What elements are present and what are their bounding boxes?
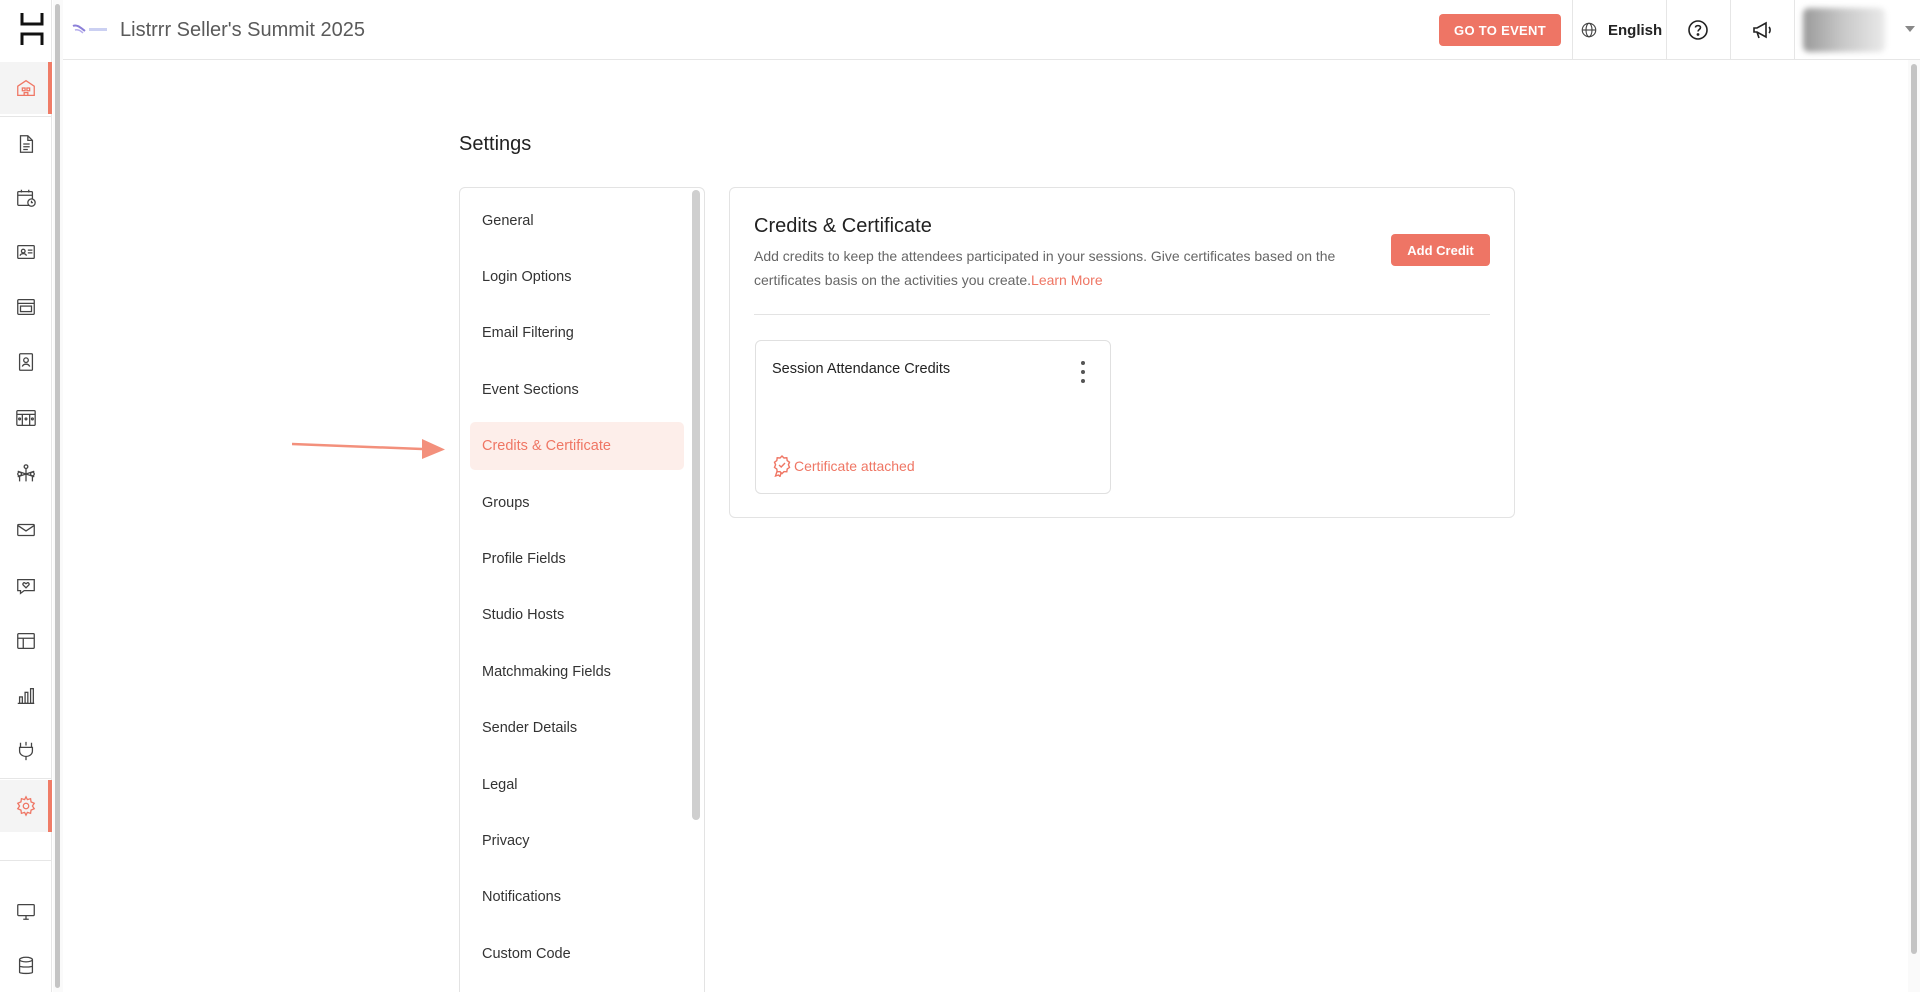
settings-nav-groups[interactable]: Groups — [470, 479, 684, 527]
rail-scrollbar[interactable] — [53, 0, 63, 992]
app-logo-icon[interactable] — [20, 12, 44, 46]
more-options-icon[interactable] — [1078, 361, 1088, 383]
pointer-arrow-icon — [292, 439, 445, 459]
divider — [754, 314, 1490, 315]
document-icon[interactable] — [0, 118, 52, 170]
settings-nav-sender-details[interactable]: Sender Details — [470, 704, 684, 752]
networking-icon[interactable] — [0, 448, 52, 500]
certificate-ribbon-icon — [773, 455, 791, 477]
settings-nav: General Login Options Email Filtering Ev… — [459, 187, 705, 992]
settings-nav-scrollbar[interactable] — [692, 190, 700, 820]
go-to-event-button[interactable]: GO TO EVENT — [1439, 14, 1561, 46]
credits-certificate-panel: Credits & Certificate Add credits to kee… — [729, 187, 1515, 518]
language-selector[interactable]: English — [1580, 0, 1662, 60]
main-scrollbar[interactable] — [1908, 60, 1920, 992]
section-description: Add credits to keep the attendees partic… — [754, 244, 1354, 292]
settings-nav-general[interactable]: General — [470, 197, 684, 245]
layout-icon[interactable] — [0, 281, 52, 333]
settings-nav-event-sections[interactable]: Event Sections — [470, 366, 684, 414]
settings-nav-studio-hosts[interactable]: Studio Hosts — [470, 591, 684, 639]
credit-card[interactable]: Session Attendance Credits Certificate a… — [755, 340, 1111, 494]
display-icon[interactable] — [0, 885, 52, 937]
settings-nav-login-options[interactable]: Login Options — [470, 253, 684, 301]
settings-nav-credits-certificate[interactable]: Credits & Certificate — [470, 422, 684, 470]
top-bar: Listrrr Seller's Summit 2025 GO TO EVENT… — [63, 0, 1920, 60]
add-credit-button[interactable]: Add Credit — [1391, 234, 1490, 266]
event-logo-icon — [72, 24, 107, 34]
id-card-icon[interactable] — [0, 226, 52, 278]
settings-nav-matchmaking-fields[interactable]: Matchmaking Fields — [470, 648, 684, 696]
settings-nav-email-filtering[interactable]: Email Filtering — [470, 309, 684, 357]
language-label: English — [1608, 21, 1663, 39]
event-title: Listrrr Seller's Summit 2025 — [120, 19, 365, 41]
learn-more-link[interactable]: Learn More — [1031, 272, 1103, 288]
integrations-plug-icon[interactable] — [0, 725, 52, 777]
mail-icon[interactable] — [0, 504, 52, 556]
settings-nav-privacy[interactable]: Privacy — [470, 817, 684, 865]
help-button[interactable] — [1666, 0, 1730, 60]
left-rail — [0, 0, 52, 992]
badge-icon[interactable] — [0, 336, 52, 388]
certificate-status: Certificate attached — [772, 455, 915, 477]
booths-icon[interactable] — [0, 392, 52, 444]
chat-heart-icon[interactable] — [0, 560, 52, 612]
certificate-status-label: Certificate attached — [794, 458, 915, 474]
globe-icon — [1581, 22, 1597, 38]
credit-name: Session Attendance Credits — [772, 361, 951, 377]
settings-nav-notifications[interactable]: Notifications — [470, 873, 684, 921]
calendar-icon[interactable] — [0, 172, 52, 224]
template-icon[interactable] — [0, 615, 52, 667]
announcements-button[interactable] — [1730, 0, 1794, 60]
analytics-icon[interactable] — [0, 670, 52, 722]
page-title: Settings — [459, 133, 532, 155]
settings-nav-custom-code[interactable]: Custom Code — [470, 930, 684, 978]
megaphone-icon — [1753, 21, 1771, 39]
home-icon[interactable] — [0, 62, 52, 114]
settings-nav-legal[interactable]: Legal — [470, 761, 684, 809]
section-title: Credits & Certificate — [754, 215, 932, 237]
settings-gear-icon[interactable] — [0, 780, 52, 832]
chevron-down-icon[interactable] — [1905, 26, 1915, 32]
help-question-icon — [1688, 20, 1708, 40]
database-icon[interactable] — [0, 940, 52, 992]
settings-nav-profile-fields[interactable]: Profile Fields — [470, 535, 684, 583]
avatar[interactable] — [1803, 8, 1885, 52]
